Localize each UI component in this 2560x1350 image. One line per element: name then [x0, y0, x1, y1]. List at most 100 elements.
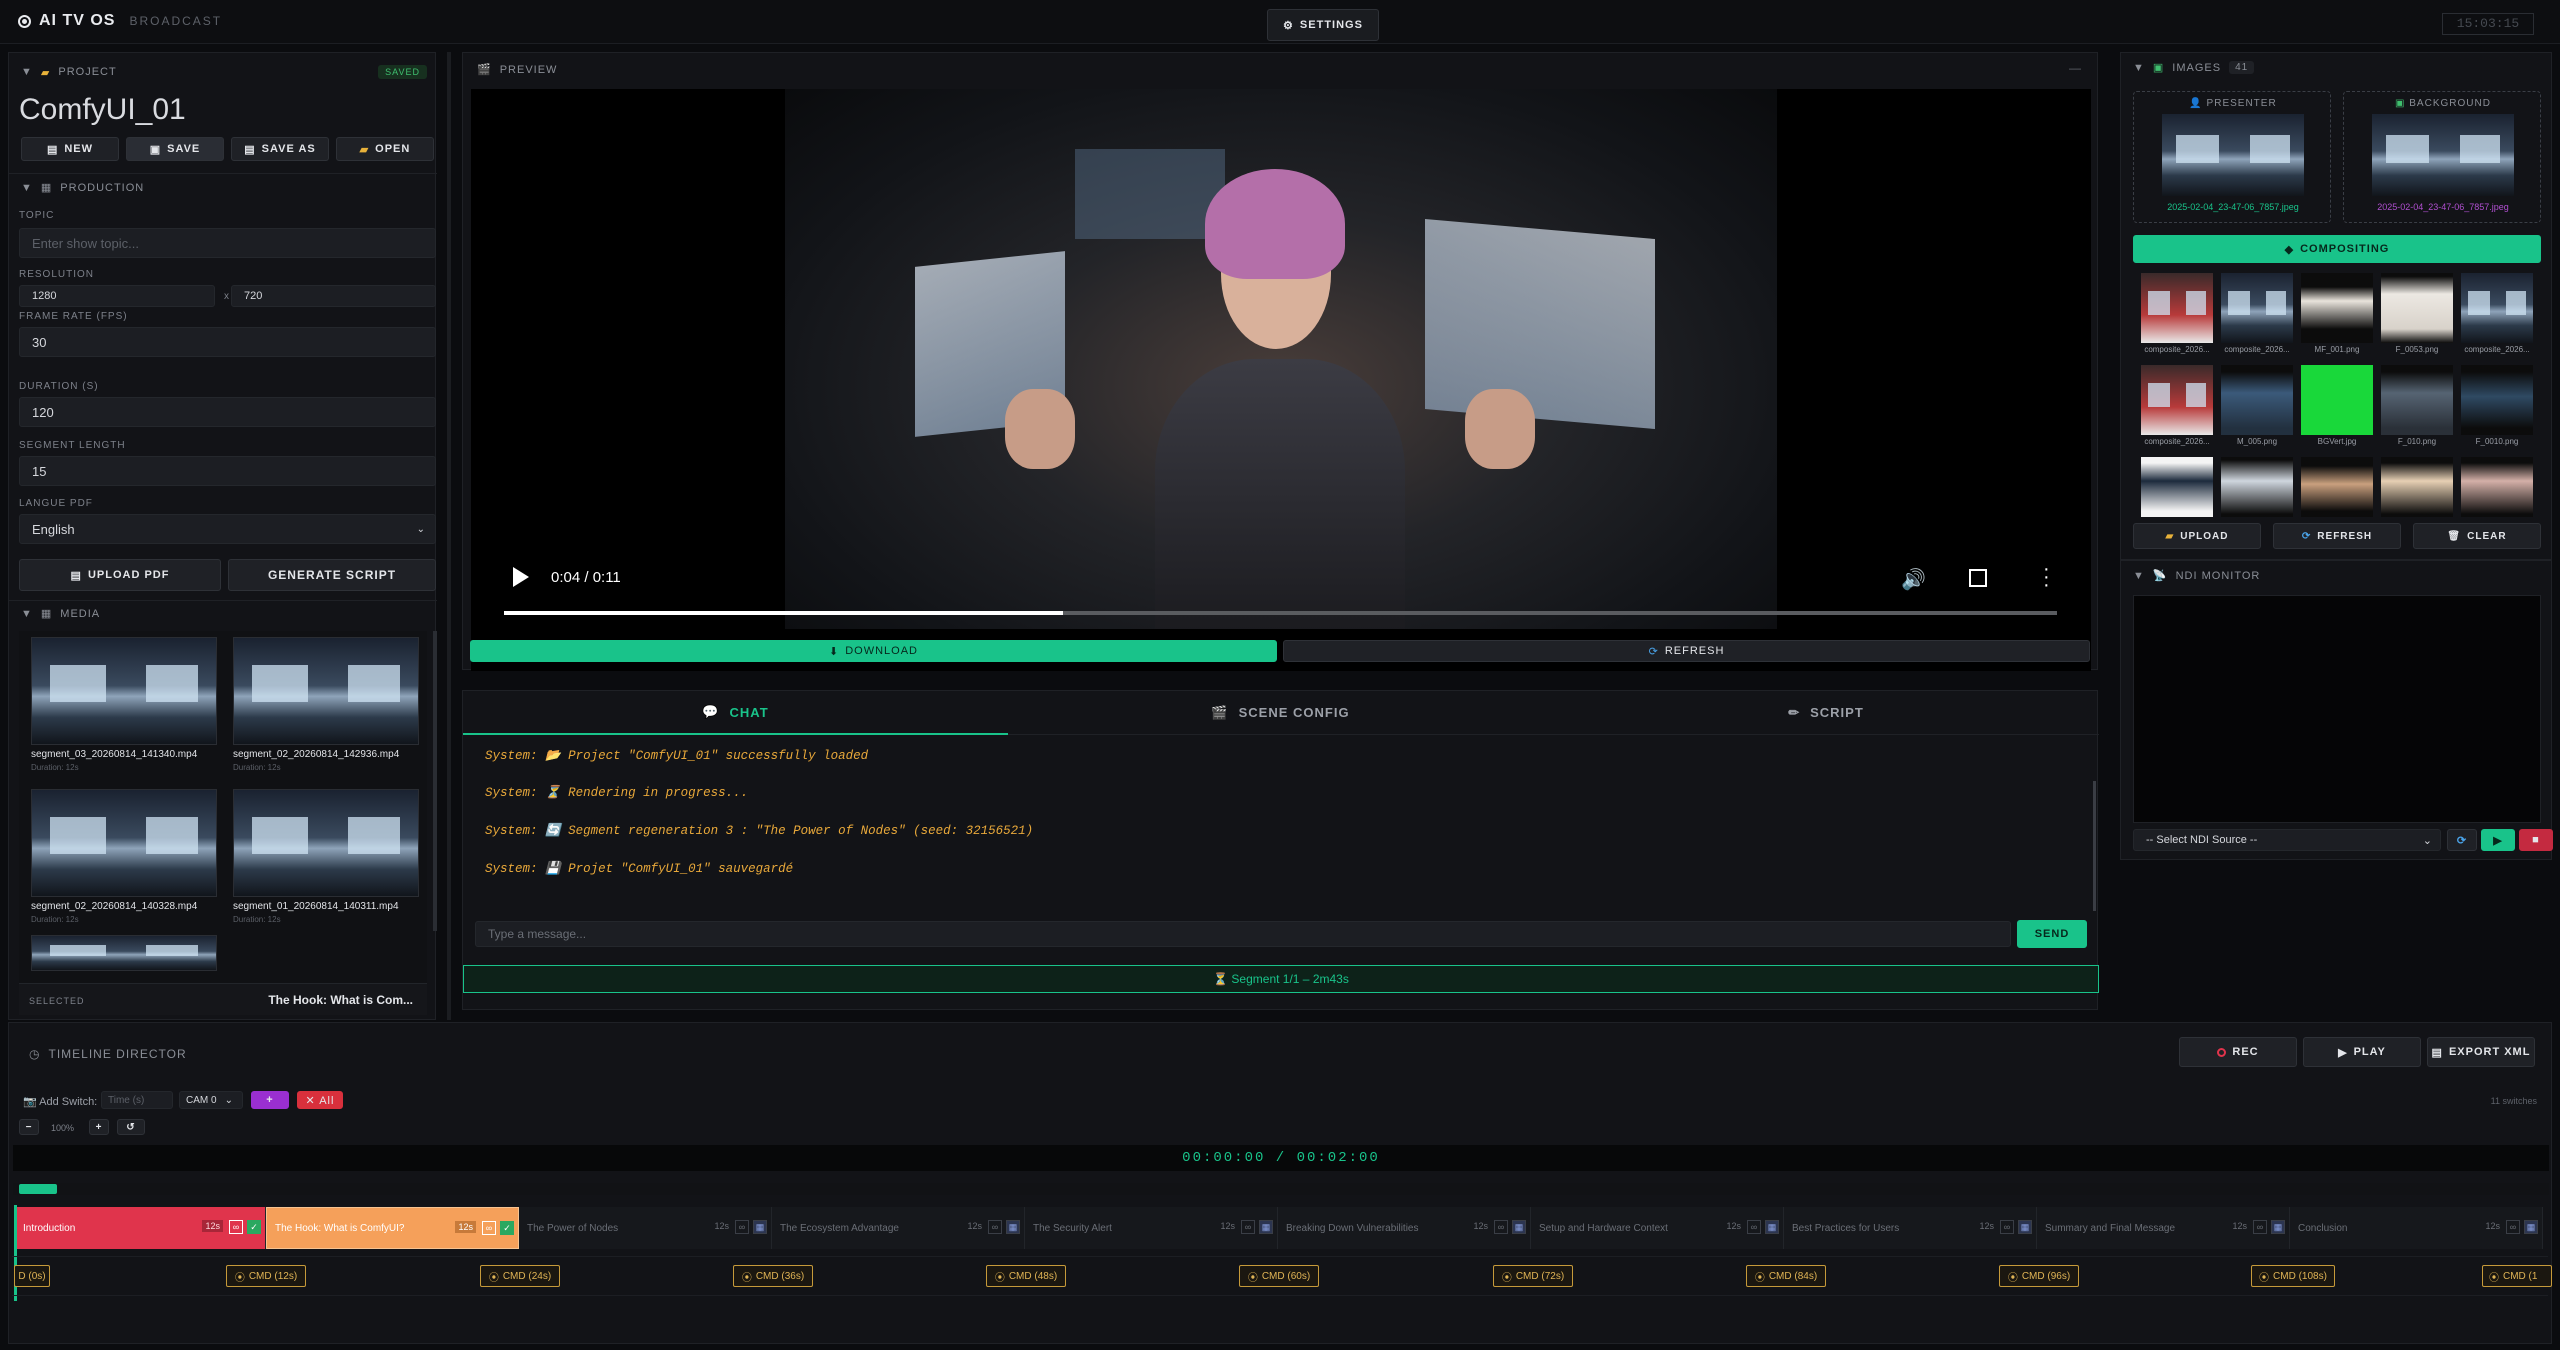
left-panel-scrollbar[interactable]	[447, 52, 451, 1020]
link-icon[interactable]: ∞	[1494, 1220, 1508, 1234]
preview-refresh-button[interactable]: ⟳ REFRESH	[1283, 640, 2090, 662]
camera-switch-marker[interactable]: ⦿ CMD (48s)	[986, 1265, 1066, 1287]
generate-script-button[interactable]: GENERATE SCRIPT	[228, 559, 436, 591]
camera-switch-marker[interactable]: ⦿ CMD (12s)	[226, 1265, 306, 1287]
grid-icon[interactable]: ▦	[2271, 1220, 2285, 1234]
fps-input[interactable]: 30	[19, 327, 436, 357]
media-item[interactable]: segment_01_20260814_140311.mp4 Duration:…	[225, 783, 421, 929]
send-button[interactable]: SEND	[2017, 920, 2087, 948]
fullscreen-icon[interactable]	[1969, 569, 1987, 587]
camera-switch-marker[interactable]: ⦿ CMD (84s)	[1746, 1265, 1826, 1287]
image-thumb[interactable]	[2381, 273, 2453, 343]
ndi-stop-button[interactable]: ■	[2519, 829, 2553, 851]
link-icon[interactable]: ∞	[2253, 1220, 2267, 1234]
more-options-icon[interactable]: · · ·	[2043, 559, 2050, 595]
check-icon[interactable]: ✓	[500, 1221, 514, 1235]
link-icon[interactable]: ∞	[1241, 1220, 1255, 1234]
image-thumb[interactable]	[2141, 365, 2213, 435]
camera-select[interactable]: CAM 0 ⌄	[179, 1091, 243, 1109]
zoom-in-button[interactable]: +	[89, 1119, 109, 1135]
image-thumb[interactable]	[2141, 273, 2213, 343]
timeline-scrubber-thumb[interactable]	[19, 1184, 57, 1194]
camera-switch-marker[interactable]: D (0s)	[14, 1265, 50, 1287]
open-button[interactable]: ▰ OPEN	[336, 137, 434, 161]
timeline-segment[interactable]: The Hook: What is ComfyUI? 12s ∞ ✓	[266, 1207, 519, 1249]
ndi-header[interactable]: ▼ 📡 NDI MONITOR	[2133, 569, 2260, 583]
new-button[interactable]: ▤ NEW	[21, 137, 119, 161]
rec-button[interactable]: REC	[2179, 1037, 2297, 1067]
link-icon[interactable]: ∞	[2000, 1220, 2014, 1234]
chat-scrollbar[interactable]	[2093, 781, 2096, 911]
media-thumbnail[interactable]	[31, 935, 217, 971]
check-icon[interactable]: ✓	[247, 1220, 261, 1234]
grid-icon[interactable]: ▦	[753, 1220, 767, 1234]
link-icon[interactable]: ∞	[482, 1221, 496, 1235]
clear-switches-button[interactable]: ✕ All	[297, 1091, 343, 1109]
image-thumb[interactable]	[2381, 365, 2453, 435]
media-header[interactable]: ▼ ▦ MEDIA	[21, 607, 100, 621]
resolution-height-input[interactable]: 720	[231, 285, 436, 307]
image-thumb[interactable]	[2141, 457, 2213, 517]
presenter-slot[interactable]: 👤 PRESENTER 2025-02-04_23-47-06_7857.jpe…	[2133, 91, 2331, 223]
production-header[interactable]: ▼ ▦ PRODUCTION	[21, 181, 144, 195]
save-as-button[interactable]: ▤ SAVE AS	[231, 137, 329, 161]
timeline-scrubber-track[interactable]	[13, 1183, 2549, 1195]
grid-icon[interactable]: ▦	[1512, 1220, 1526, 1234]
media-scrollbar[interactable]	[433, 631, 437, 931]
resolution-width-input[interactable]: 1280	[19, 285, 215, 307]
image-thumb[interactable]	[2461, 273, 2533, 343]
image-thumb[interactable]	[2301, 457, 2373, 517]
duration-input[interactable]: 120	[19, 397, 436, 427]
grid-icon[interactable]: ▦	[2018, 1220, 2032, 1234]
upload-pdf-button[interactable]: ▤ UPLOAD PDF	[19, 559, 221, 591]
image-thumb[interactable]	[2381, 457, 2453, 517]
chat-input[interactable]: Type a message...	[475, 921, 2011, 947]
image-thumb[interactable]	[2301, 365, 2373, 435]
ndi-source-select[interactable]: -- Select NDI Source -- ⌄	[2133, 829, 2441, 851]
camera-switch-marker[interactable]: ⦿ CMD (72s)	[1493, 1265, 1573, 1287]
timeline-segment[interactable]: The Ecosystem Advantage 12s ∞ ▦	[772, 1207, 1025, 1249]
video-player[interactable]: 0:04 / 0:11 🔊 · · ·	[471, 89, 2091, 671]
camera-switch-marker[interactable]: ⦿ CMD (24s)	[480, 1265, 560, 1287]
volume-icon[interactable]: 🔊	[1901, 567, 1926, 592]
zoom-out-button[interactable]: −	[19, 1119, 39, 1135]
link-icon[interactable]: ∞	[1747, 1220, 1761, 1234]
grid-icon[interactable]: ▦	[1259, 1220, 1273, 1234]
download-button[interactable]: ⬇ DOWNLOAD	[470, 640, 1277, 662]
ndi-refresh-button[interactable]: ⟳	[2447, 829, 2477, 851]
link-icon[interactable]: ∞	[229, 1220, 243, 1234]
image-thumb[interactable]	[2221, 365, 2293, 435]
timeline-segment[interactable]: Setup and Hardware Context 12s ∞ ▦	[1531, 1207, 1784, 1249]
project-header[interactable]: ▼ ▰ PROJECT SAVED	[21, 63, 427, 81]
camera-switch-marker[interactable]: ⦿ CMD (96s)	[1999, 1265, 2079, 1287]
export-xml-button[interactable]: ▤ EXPORT XML	[2427, 1037, 2535, 1067]
images-upload-button[interactable]: ▰ UPLOAD	[2133, 523, 2261, 549]
camera-switch-marker[interactable]: ⦿ CMD (108s)	[2251, 1265, 2335, 1287]
tab-chat[interactable]: 💬 CHAT	[463, 691, 1008, 735]
timeline-segment[interactable]: Breaking Down Vulnerabilities 12s ∞ ▦	[1278, 1207, 1531, 1249]
images-header[interactable]: ▼ ▣ IMAGES 41	[2133, 61, 2255, 74]
zoom-reset-button[interactable]: ↺	[117, 1119, 145, 1135]
image-thumb[interactable]	[2221, 273, 2293, 343]
topic-input[interactable]: Enter show topic...	[19, 228, 436, 258]
camera-switch-marker[interactable]: ⦿ CMD (60s)	[1239, 1265, 1319, 1287]
media-item[interactable]: segment_03_20260814_141340.mp4 Duration:…	[23, 631, 219, 777]
link-icon[interactable]: ∞	[2506, 1220, 2520, 1234]
segment-length-input[interactable]: 15	[19, 456, 436, 486]
timeline-segment[interactable]: The Power of Nodes 12s ∞ ▦	[519, 1207, 772, 1249]
grid-icon[interactable]: ▦	[1006, 1220, 1020, 1234]
settings-button[interactable]: ⚙ SETTINGS	[1267, 9, 1379, 41]
timeline-segment[interactable]: Conclusion 12s ∞ ▦	[2290, 1207, 2543, 1249]
timeline-segment[interactable]: Summary and Final Message 12s ∞ ▦	[2037, 1207, 2290, 1249]
media-item[interactable]: segment_02_20260814_140328.mp4 Duration:…	[23, 783, 219, 929]
tab-script[interactable]: ✏ SCRIPT	[1553, 691, 2099, 735]
ndi-play-button[interactable]: ▶	[2481, 829, 2515, 851]
language-select[interactable]: English ⌄	[19, 514, 436, 544]
save-button[interactable]: ▣ SAVE	[126, 137, 224, 161]
add-switch-button[interactable]: +	[251, 1091, 289, 1109]
link-icon[interactable]: ∞	[988, 1220, 1002, 1234]
compositing-button[interactable]: ◆ COMPOSITING	[2133, 235, 2541, 263]
play-icon[interactable]	[513, 567, 529, 587]
grid-icon[interactable]: ▦	[2524, 1220, 2538, 1234]
timeline-segment[interactable]: The Security Alert 12s ∞ ▦	[1025, 1207, 1278, 1249]
